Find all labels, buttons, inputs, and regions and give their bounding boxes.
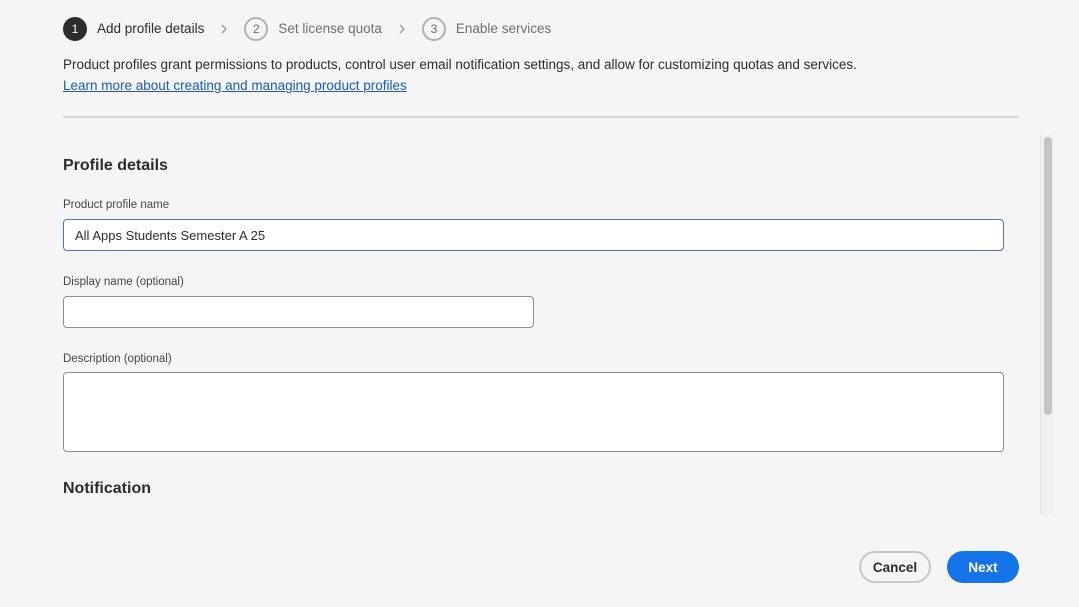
step-label-set-license-quota: Set license quota [278, 21, 382, 36]
step-number-3: 3 [421, 16, 446, 41]
display-name-label: Display name (optional) [63, 276, 184, 288]
step-number-2: 2 [244, 16, 269, 41]
notification-heading: Notification [63, 480, 151, 497]
step-label-enable-services: Enable services [455, 21, 552, 36]
step-label-add-profile-details: Add profile details [97, 21, 205, 36]
cancel-button[interactable]: Cancel [859, 551, 931, 583]
form-scroll-area: Profile details Product profile name Dis… [63, 135, 1041, 515]
description-textarea[interactable] [63, 372, 1004, 452]
display-name-input[interactable] [63, 296, 534, 328]
step-enable-services: 3 Enable services [421, 16, 552, 41]
intro-text: Product profiles grant permissions to pr… [63, 57, 857, 72]
chevron-right-icon [382, 24, 422, 34]
create-product-profile-page: 1 Add profile details 2 Set license quot… [0, 0, 1079, 607]
product-profile-name-label: Product profile name [63, 199, 170, 211]
scrollbar[interactable] [1040, 135, 1054, 515]
profile-details-heading: Profile details [63, 157, 168, 174]
step-add-profile-details: 1 Add profile details [63, 16, 205, 41]
next-button[interactable]: Next [947, 551, 1019, 583]
product-profile-name-input[interactable] [63, 219, 1004, 251]
chevron-right-icon [204, 24, 244, 34]
learn-more-link[interactable]: Learn more about creating and managing p… [63, 78, 407, 93]
step-number-1: 1 [63, 16, 87, 41]
step-set-license-quota: 2 Set license quota [244, 16, 382, 41]
scrollbar-thumb[interactable] [1044, 137, 1052, 415]
stepper: 1 Add profile details 2 Set license quot… [63, 16, 551, 41]
divider [63, 116, 1019, 118]
description-label: Description (optional) [63, 353, 172, 365]
